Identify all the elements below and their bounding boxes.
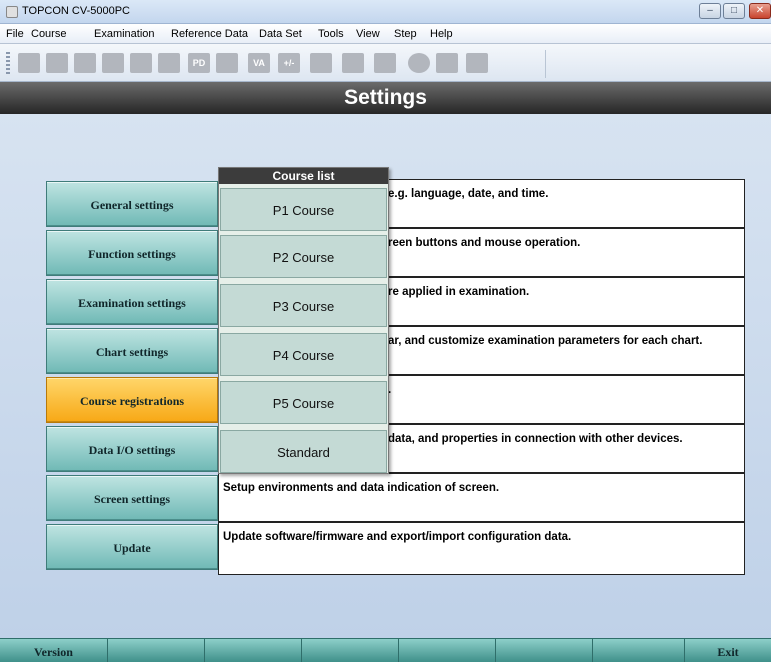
course-list-popup: Course list P1 Course P2 Course P3 Cours…: [218, 167, 389, 474]
examination-settings-button[interactable]: Examination settings: [46, 279, 218, 325]
minimize-button[interactable]: –: [699, 3, 721, 19]
course-list-title: Course list: [219, 168, 388, 184]
menu-bar: File Course Examination Reference Data D…: [0, 24, 771, 44]
folder-icon[interactable]: [158, 53, 180, 73]
exit-button[interactable]: Exit: [685, 639, 771, 662]
description-text: Setup environments and data indication o…: [223, 482, 500, 494]
pd-icon[interactable]: PD: [188, 53, 210, 73]
description-text: data, and properties in connection with …: [388, 433, 683, 445]
lenses-icon[interactable]: [74, 53, 96, 73]
menu-data-set[interactable]: Data Set: [259, 28, 302, 40]
course-item-p4[interactable]: P4 Course: [220, 333, 387, 376]
toolbar: PD VA +/-: [0, 44, 771, 82]
title-bar: TOPCON CV-5000PC – □ ✕: [0, 0, 771, 24]
update-button[interactable]: Update: [46, 524, 218, 570]
monitor-icon[interactable]: [216, 53, 238, 73]
description-text: Update software/firmware and export/impo…: [223, 531, 572, 543]
status-slot[interactable]: [302, 639, 399, 662]
chart-icon[interactable]: [130, 53, 152, 73]
display-icon[interactable]: [310, 53, 332, 73]
course-item-p5[interactable]: P5 Course: [220, 381, 387, 424]
data-io-settings-button[interactable]: Data I/O settings: [46, 426, 218, 472]
circle-icon[interactable]: [408, 53, 430, 73]
device-icon[interactable]: [374, 53, 396, 73]
wrench-icon[interactable]: [466, 53, 488, 73]
setting-description: Update software/firmware and export/impo…: [218, 522, 745, 575]
version-button[interactable]: Version: [0, 639, 108, 662]
course-item-p1[interactable]: P1 Course: [220, 188, 387, 231]
chart-settings-button[interactable]: Chart settings: [46, 328, 218, 374]
screen-icon[interactable]: [342, 53, 364, 73]
maximize-button[interactable]: □: [723, 3, 745, 19]
menu-reference-data[interactable]: Reference Data: [171, 28, 248, 40]
course-item-p3[interactable]: P3 Course: [220, 284, 387, 327]
setting-description: Setup environments and data indication o…: [218, 473, 745, 522]
close-button[interactable]: ✕: [749, 3, 771, 19]
lenses-icon[interactable]: [102, 53, 124, 73]
page-title: Settings: [0, 82, 771, 114]
person-icon[interactable]: [436, 53, 458, 73]
course-item-standard[interactable]: Standard: [220, 430, 387, 473]
description-text: e.g. language, date, and time.: [388, 188, 549, 200]
status-slot[interactable]: [496, 639, 593, 662]
function-settings-button[interactable]: Function settings: [46, 230, 218, 276]
course-registrations-button[interactable]: Course registrations: [46, 377, 218, 423]
status-slot[interactable]: [205, 639, 302, 662]
va-icon[interactable]: VA: [248, 53, 270, 73]
description-text: ar, and customize examination parameters…: [388, 335, 703, 347]
general-settings-button[interactable]: General settings: [46, 181, 218, 227]
status-slot[interactable]: [108, 639, 205, 662]
menu-file[interactable]: File: [6, 28, 24, 40]
course-item-p2[interactable]: P2 Course: [220, 235, 387, 278]
toolbar-grip[interactable]: [6, 52, 10, 76]
patient-icon[interactable]: [18, 53, 40, 73]
plus-minus-icon[interactable]: +/-: [278, 53, 300, 73]
status-slot[interactable]: [593, 639, 685, 662]
person-icon[interactable]: [46, 53, 68, 73]
menu-tools[interactable]: Tools: [318, 28, 344, 40]
menu-step[interactable]: Step: [394, 28, 417, 40]
status-bar: Version Exit: [0, 638, 771, 662]
screen-settings-button[interactable]: Screen settings: [46, 475, 218, 521]
window-title: TOPCON CV-5000PC: [22, 5, 131, 17]
toolbar-separator: [545, 50, 546, 78]
app-icon: [6, 6, 18, 18]
description-text: re applied in examination.: [388, 286, 530, 298]
menu-view[interactable]: View: [356, 28, 380, 40]
description-text: reen buttons and mouse operation.: [388, 237, 581, 249]
menu-examination[interactable]: Examination: [94, 28, 155, 40]
menu-help[interactable]: Help: [430, 28, 453, 40]
menu-course[interactable]: Course: [31, 28, 66, 40]
status-slot[interactable]: [399, 639, 496, 662]
